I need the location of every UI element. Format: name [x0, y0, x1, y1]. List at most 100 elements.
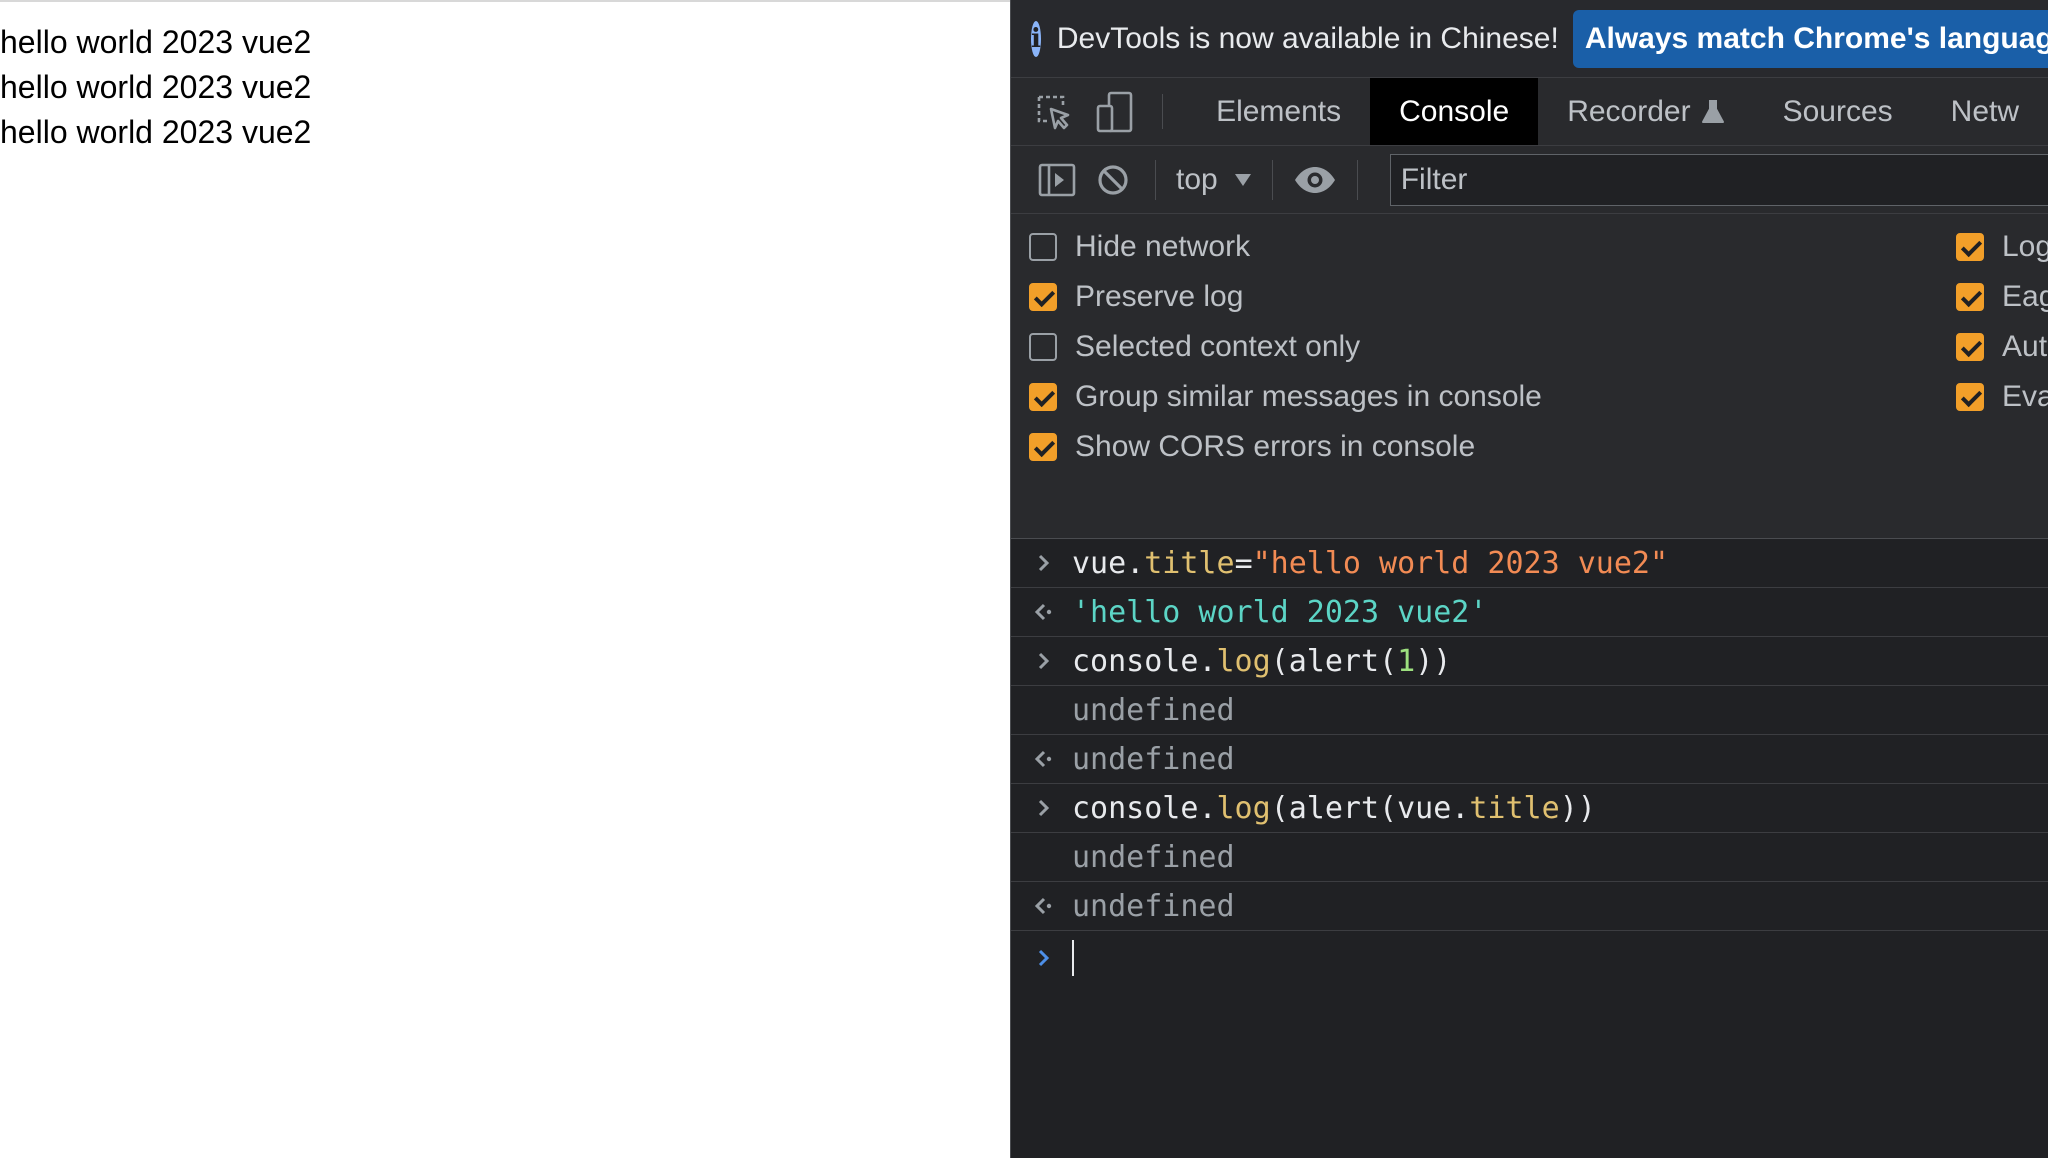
setting-label: Aut [2002, 330, 2048, 363]
context-selector[interactable]: top [1170, 163, 1258, 197]
console-token: )) [1559, 790, 1596, 826]
console-token: . [1126, 545, 1145, 581]
console-token: 1 [1397, 643, 1416, 679]
tab-label: Elements [1216, 94, 1342, 128]
input-chevron-icon [1029, 784, 1059, 832]
infobar-message: DevTools is now available in Chinese! [1056, 21, 1559, 55]
log-gutter [1029, 833, 1059, 881]
inspect-element-icon[interactable] [1023, 78, 1085, 145]
always-match-language-button[interactable]: Always match Chrome's languag [1572, 9, 2048, 68]
setting-hide-network[interactable]: Hide network [1029, 227, 1250, 267]
tab-network[interactable]: Netw [1922, 78, 2048, 145]
console-input-row: console. log (alert(vue. title)) [1011, 784, 2048, 833]
tab-recorder[interactable]: Recorder [1538, 78, 1753, 145]
console-token: title [1469, 790, 1560, 826]
setting-label: Show CORS errors in console [1075, 430, 1476, 463]
console-messages: vue. title = "hello world 2023 vue2"'hello … [1011, 539, 2048, 1158]
console-toolbar: top [1011, 146, 2048, 214]
devtools-tab-bar: Elements Console Recorder Sources Netw [1011, 78, 2048, 146]
setting-eager-evaluation[interactable]: Eag [1956, 277, 2048, 317]
result-arrow-icon [1029, 735, 1059, 783]
tab-label: Recorder [1567, 94, 1691, 128]
console-token: (alert( [1270, 643, 1398, 679]
setting-label: Log [2002, 230, 2048, 263]
console-token: console [1072, 790, 1199, 826]
checkbox[interactable] [1956, 383, 1984, 411]
console-result-row: undefined [1011, 735, 2048, 784]
console-token: log [1216, 643, 1271, 679]
page-text-line: hello world 2023 vue2 [0, 69, 312, 105]
checkbox[interactable] [1956, 283, 1984, 311]
console-token: = [1234, 545, 1253, 581]
toolbar-divider [1162, 94, 1164, 129]
console-prompt[interactable] [1011, 931, 2048, 985]
input-chevron-icon [1029, 637, 1059, 685]
checkbox[interactable] [1029, 283, 1057, 311]
setting-label: Hide network [1075, 230, 1251, 263]
dropdown-triangle-icon [1234, 173, 1251, 186]
filter-input[interactable] [1389, 153, 2048, 206]
toolbar-divider [1356, 159, 1358, 200]
tab-label: Netw [1950, 94, 2020, 128]
devtools-panel: i DevTools is now available in Chinese! … [1010, 0, 2048, 1158]
setting-group-similar[interactable]: Group similar messages in console [1029, 377, 1542, 417]
language-infobar: i DevTools is now available in Chinese! … [1011, 0, 2048, 78]
info-icon: i [1031, 20, 1041, 57]
context-value: top [1176, 162, 1218, 196]
checkbox[interactable] [1029, 233, 1057, 261]
console-token: log [1216, 790, 1271, 826]
checkbox[interactable] [1029, 383, 1057, 411]
console-token: "hello world 2023 vue2" [1252, 545, 1669, 581]
console-token: title [1144, 545, 1235, 581]
prompt-chevron-icon [1029, 931, 1059, 985]
flask-icon [1701, 99, 1724, 123]
setting-selected-context-only[interactable]: Selected context only [1029, 327, 1360, 367]
setting-evaluate-triggers-user-activation[interactable]: Eva [1956, 377, 2048, 417]
setting-label: Eag [2002, 280, 2048, 313]
console-token: undefined [1072, 692, 1235, 728]
tab-console[interactable]: Console [1370, 78, 1539, 145]
console-token: undefined [1072, 888, 1235, 924]
checkbox[interactable] [1956, 333, 1984, 361]
checkbox[interactable] [1029, 333, 1057, 361]
tab-sources[interactable]: Sources [1754, 78, 1922, 145]
live-expression-eye-icon[interactable] [1287, 152, 1343, 208]
input-chevron-icon [1029, 539, 1059, 587]
setting-label: Preserve log [1075, 280, 1244, 313]
setting-label: Group similar messages in console [1075, 380, 1542, 413]
console-token: console [1072, 643, 1199, 679]
console-token: . [1198, 643, 1217, 679]
result-arrow-icon [1029, 882, 1059, 930]
page-text-line: hello world 2023 vue2 [0, 24, 312, 60]
checkbox[interactable] [1956, 233, 1984, 261]
console-input-row: console. log (alert(1)) [1011, 637, 2048, 686]
setting-log-xmlhttprequests[interactable]: Log [1956, 227, 2048, 267]
console-token: undefined [1072, 839, 1235, 875]
tab-elements[interactable]: Elements [1187, 78, 1370, 145]
toolbar-divider [1155, 159, 1156, 200]
page-viewport: hello world 2023 vue2 hello world 2023 v… [0, 0, 1010, 1158]
console-token: )) [1415, 643, 1452, 679]
checkbox[interactable] [1029, 433, 1057, 461]
console-input-row: vue. title = "hello world 2023 vue2" [1011, 539, 2048, 588]
toolbar-divider [1271, 159, 1273, 200]
setting-autocomplete[interactable]: Aut [1956, 327, 2047, 367]
setting-show-cors-errors[interactable]: Show CORS errors in console [1029, 427, 1475, 467]
show-sidebar-icon[interactable] [1029, 152, 1085, 208]
device-toolbar-icon[interactable] [1085, 78, 1147, 145]
console-token: undefined [1072, 741, 1235, 777]
console-settings-pane: Hide network Preserve log Selected conte… [1011, 214, 2048, 539]
console-token: (alert(vue. [1270, 790, 1470, 826]
setting-preserve-log[interactable]: Preserve log [1029, 277, 1243, 317]
tab-label: Sources [1782, 94, 1893, 128]
console-result-row: 'hello world 2023 vue2' [1011, 588, 2048, 637]
console-log-row: undefined [1011, 686, 2048, 735]
text-caret [1072, 940, 1074, 976]
tab-label: Console [1399, 94, 1510, 128]
page-text-line: hello world 2023 vue2 [0, 114, 312, 150]
console-token: 'hello world 2023 vue2' [1072, 594, 1488, 630]
clear-console-icon[interactable] [1085, 152, 1141, 208]
console-token: vue [1072, 545, 1127, 581]
setting-label: Eva [2002, 380, 2048, 413]
console-log-row: undefined [1011, 833, 2048, 882]
